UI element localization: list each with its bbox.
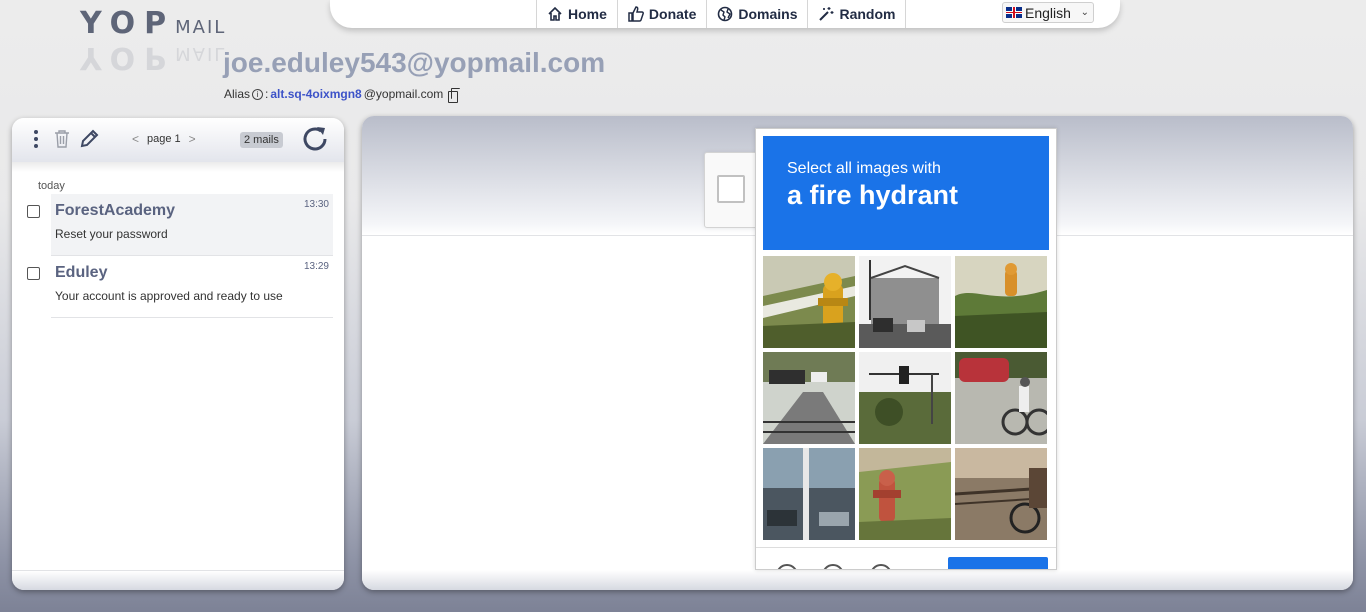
captcha-tile[interactable] — [955, 448, 1047, 540]
mail-select-checkbox[interactable] — [27, 205, 40, 218]
nav-home[interactable]: Home — [536, 0, 617, 28]
trash-icon[interactable] — [54, 128, 70, 150]
globe-icon — [718, 6, 733, 22]
alias-row: Alias i : alt.sq-4oixmgn8 @yopmail.com — [224, 87, 461, 103]
refresh-icon[interactable] — [300, 124, 330, 154]
mail-list-panel: < page 1 > 2 mails today ForestAcademy R… — [12, 118, 344, 590]
uk-flag-icon — [1006, 7, 1022, 18]
language-select[interactable]: English ⌄ — [1002, 2, 1094, 23]
nav-random[interactable]: Random — [807, 0, 907, 28]
chevron-down-icon: ⌄ — [1080, 7, 1089, 18]
date-group-label: today — [38, 180, 65, 192]
captcha-tile[interactable] — [955, 256, 1047, 348]
language-label: English — [1025, 4, 1071, 21]
mail-time: 13:29 — [303, 261, 329, 272]
nav-domains-label: Domains — [738, 6, 798, 22]
home-icon — [548, 6, 562, 21]
mail-list-item[interactable]: ForestAcademy Reset your password 13:30 — [12, 194, 344, 256]
captcha-tile[interactable] — [763, 256, 855, 348]
mail-count-badge: 2 mails — [240, 132, 283, 148]
captcha-header: Select all images with a fire hydrant — [763, 136, 1049, 250]
mail-list-item[interactable]: Eduley Your account is approved and read… — [12, 256, 344, 318]
nav-donate[interactable]: Donate — [616, 0, 706, 28]
logo-prefix: YOP — [80, 6, 176, 41]
mail-sender: Eduley — [55, 264, 108, 281]
nav-donate-label: Donate — [648, 6, 697, 22]
mail-toolbar: < page 1 > 2 mails — [12, 118, 344, 162]
page-label: page 1 — [147, 133, 181, 145]
mail-sender: ForestAcademy — [55, 202, 176, 219]
captcha-footer — [756, 547, 1056, 569]
nav-random-label: Random — [839, 6, 896, 22]
top-navigation: Home Donate Domains Random English ⌄ — [330, 0, 1120, 28]
captcha-instruction: Select all images with — [787, 160, 941, 177]
captcha-tile[interactable] — [859, 352, 951, 444]
alias-domain: @yopmail.com — [363, 87, 444, 101]
audio-icon[interactable] — [822, 564, 844, 569]
more-options-icon[interactable] — [32, 128, 40, 150]
alias-separator: : — [265, 87, 269, 101]
nav-home-label: Home — [568, 6, 607, 22]
captcha-tile[interactable] — [859, 256, 951, 348]
mail-subject: Reset your password — [55, 227, 168, 241]
captcha-target: a fire hydrant — [787, 180, 959, 210]
captcha-tile[interactable] — [763, 352, 855, 444]
pager: < page 1 > — [132, 132, 196, 146]
nav-domains[interactable]: Domains — [706, 0, 807, 28]
thumbs-up-icon — [628, 6, 644, 22]
mail-view-footer — [362, 570, 1353, 590]
alias-link[interactable]: alt.sq-4oixmgn8 — [270, 87, 361, 101]
recaptcha-checkbox[interactable] — [717, 175, 745, 203]
mail-subject: Your account is approved and ready to us… — [55, 289, 283, 303]
reload-icon[interactable] — [776, 564, 798, 569]
mail-list-footer — [12, 570, 344, 590]
help-icon[interactable] — [870, 564, 892, 569]
captcha-tile[interactable] — [763, 448, 855, 540]
inbox-email-address: joe.eduley543@yopmail.com — [223, 47, 606, 78]
magic-wand-icon — [819, 7, 834, 21]
previous-page-icon[interactable]: < — [132, 132, 139, 146]
verify-button[interactable] — [948, 557, 1048, 569]
captcha-tile[interactable] — [859, 448, 951, 540]
copy-icon[interactable] — [448, 87, 461, 103]
compose-pencil-icon[interactable] — [78, 128, 100, 150]
logo-reflection: YOPMAIL — [80, 40, 227, 75]
captcha-tile[interactable] — [955, 352, 1047, 444]
toolbar-shadow — [12, 162, 344, 172]
mail-select-checkbox[interactable] — [27, 267, 40, 280]
logo-suffix: MAIL — [175, 17, 227, 38]
alias-label: Alias — [224, 87, 251, 101]
info-icon[interactable]: i — [252, 88, 264, 100]
mail-time: 13:30 — [303, 199, 329, 210]
captcha-image-grid — [763, 256, 1049, 541]
captcha-challenge: Select all images with a fire hydrant — [755, 128, 1057, 570]
next-page-icon[interactable]: > — [189, 132, 196, 146]
